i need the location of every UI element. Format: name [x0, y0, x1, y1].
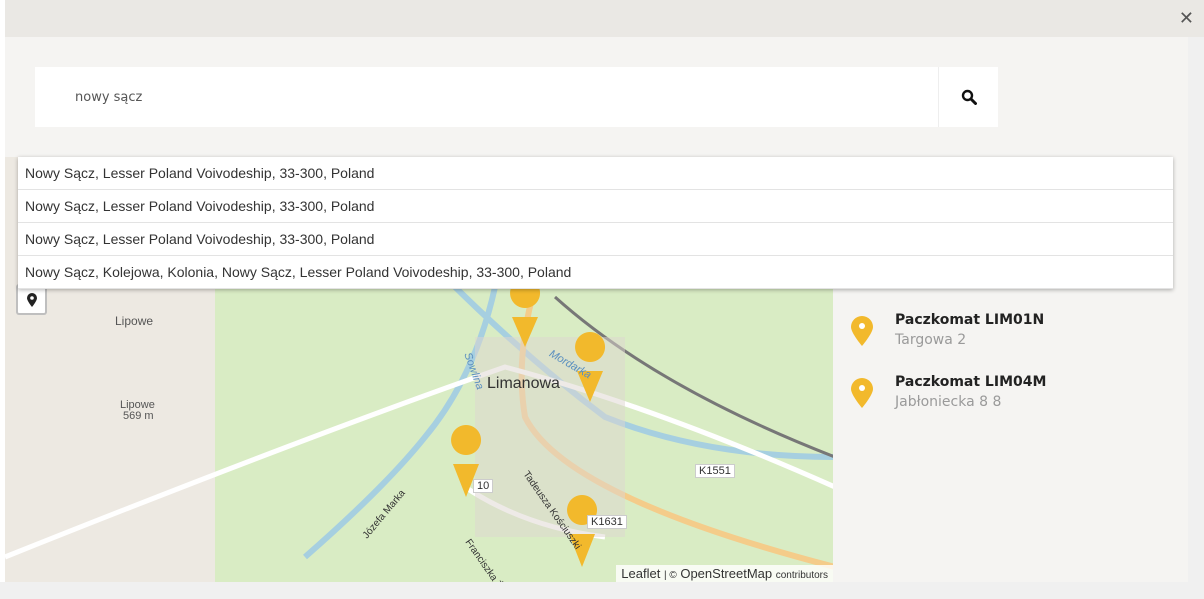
map-pin-icon [851, 378, 873, 408]
leaflet-link[interactable]: Leaflet [621, 566, 660, 581]
horizontal-scrollbar[interactable] [0, 582, 1204, 599]
close-icon[interactable]: ✕ [1179, 8, 1194, 29]
road-label: K1631 [587, 515, 627, 529]
suggestion-item[interactable]: Nowy Sącz, Lesser Poland Voivodeship, 33… [18, 190, 1173, 223]
map-attribution: Leaflet | © OpenStreetMap contributors [616, 565, 833, 582]
peak-height: 569 m [123, 410, 154, 422]
town-label: Limanowa [487, 375, 560, 392]
road-label: K1551 [695, 464, 735, 478]
locker-address: Targowa 2 [895, 332, 967, 348]
map-pin-icon [26, 292, 37, 307]
locker-address: Jabłoniecka 8 8 [895, 394, 1002, 410]
locker-picker-modal: Limanowa Lipowe Lipowe 569 m K1551 K1631… [5, 37, 1188, 582]
search-button[interactable] [938, 67, 998, 127]
modal-header: ✕ [5, 0, 1204, 37]
attribution-sep: | © [663, 570, 677, 581]
vertical-scrollbar[interactable] [1188, 37, 1204, 582]
locker-item[interactable]: Paczkomat LIM04M Jabłoniecka 8 8 [851, 374, 1046, 410]
locker-item[interactable]: Paczkomat LIM01N Targowa 2 [851, 312, 1044, 348]
suggestion-item[interactable]: Nowy Sącz, Lesser Poland Voivodeship, 33… [18, 157, 1173, 190]
locker-name: Paczkomat LIM04M [895, 374, 1047, 390]
search-input[interactable] [35, 67, 938, 127]
search-icon [961, 89, 977, 105]
suggestion-item[interactable]: Nowy Sącz, Kolejowa, Kolonia, Nowy Sącz,… [18, 256, 1173, 289]
village-label: Lipowe [115, 314, 154, 328]
search-suggestions: Nowy Sącz, Lesser Poland Voivodeship, 33… [18, 157, 1173, 289]
locker-name: Paczkomat LIM01N [895, 312, 1045, 328]
road-label: 10 [473, 479, 494, 493]
suggestion-item[interactable]: Nowy Sącz, Lesser Poland Voivodeship, 33… [18, 223, 1173, 256]
osm-link[interactable]: OpenStreetMap [680, 566, 772, 581]
search-bar [35, 67, 998, 127]
map-pin-icon [851, 316, 873, 346]
attribution-contributors: contributors [775, 570, 828, 581]
